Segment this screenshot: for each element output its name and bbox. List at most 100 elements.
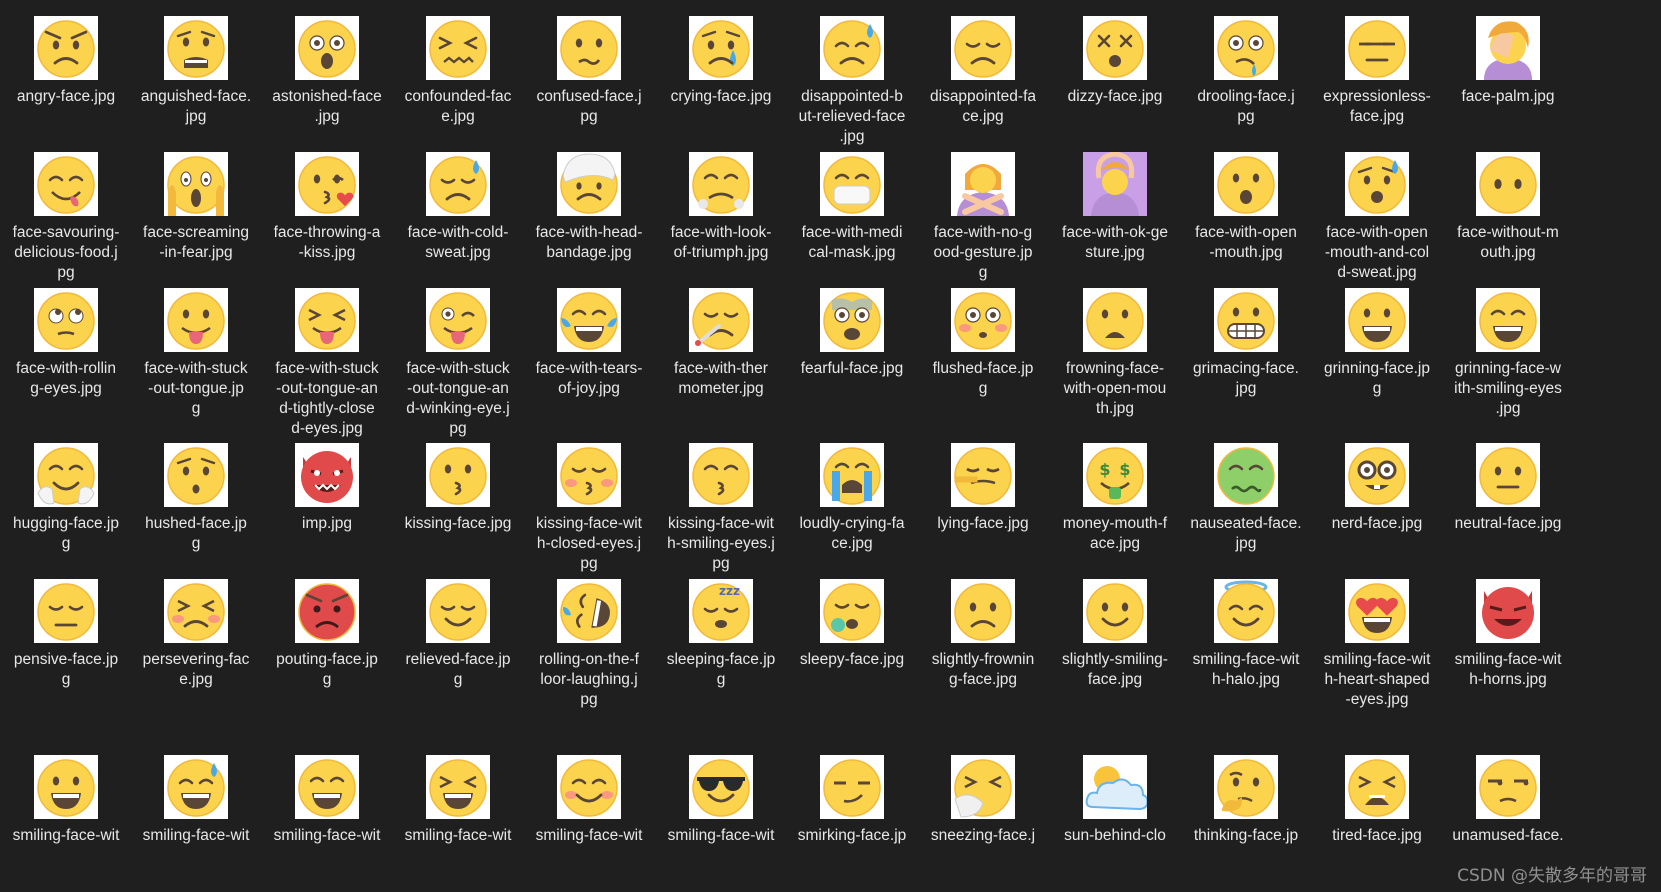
- file-item[interactable]: smiling-face-wit: [526, 755, 652, 846]
- file-item[interactable]: neutral-face.jpg: [1445, 443, 1571, 534]
- file-item[interactable]: face-with-no-g ood-gesture.jp g: [920, 152, 1046, 283]
- medical-mask-icon: [820, 152, 884, 216]
- expressionless-icon: [1345, 16, 1409, 80]
- file-item[interactable]: slightly-frownin g-face.jpg: [920, 579, 1046, 690]
- head-bandage-icon: [557, 152, 621, 216]
- file-item[interactable]: face-with-stuck -out-tongue-an d-tightly…: [264, 288, 390, 439]
- file-item[interactable]: disappointed-b ut-relieved-face .jpg: [789, 16, 915, 147]
- file-item[interactable]: thinking-face.jp: [1183, 755, 1309, 846]
- file-item[interactable]: face-with-ok-ge sture.jpg: [1052, 152, 1178, 263]
- file-item[interactable]: kissing-face-wit h-closed-eyes.j pg: [526, 443, 652, 574]
- tongue-wink-icon: [426, 288, 490, 352]
- file-name: kissing-face.jpg: [404, 515, 512, 532]
- file-item[interactable]: slightly-smiling- face.jpg: [1052, 579, 1178, 690]
- file-item[interactable]: expressionless- face.jpg: [1314, 16, 1440, 127]
- file-item[interactable]: face-with-open -mouth-and-col d-sweat.jp…: [1314, 152, 1440, 283]
- file-item[interactable]: face-with-look- of-triumph.jpg: [658, 152, 784, 263]
- file-item[interactable]: astonished-face .jpg: [264, 16, 390, 127]
- file-item[interactable]: dizzy-face.jpg: [1052, 16, 1178, 107]
- file-item[interactable]: anguished-face. jpg: [133, 16, 259, 127]
- file-item[interactable]: sneezing-face.j: [920, 755, 1046, 846]
- file-item[interactable]: face-with-medi cal-mask.jpg: [789, 152, 915, 263]
- triumph-icon: [689, 152, 753, 216]
- file-item[interactable]: imp.jpg: [264, 443, 390, 534]
- file-item[interactable]: lying-face.jpg: [920, 443, 1046, 534]
- file-grid: angry-face.jpg anguished-face. jpg astonis…: [0, 0, 1661, 892]
- file-item[interactable]: grinning-face-w ith-smiling-eyes .jpg: [1445, 288, 1571, 419]
- file-item[interactable]: hushed-face.jp g: [133, 443, 259, 554]
- cold-sweat-icon: [426, 152, 490, 216]
- svg-text:zzz: zzz: [719, 584, 740, 598]
- file-item[interactable]: smiling-face-wit h-halo.jpg: [1183, 579, 1309, 690]
- file-item[interactable]: sun-behind-clo: [1052, 755, 1178, 846]
- smiling-cold-sweat-icon: [164, 755, 228, 819]
- file-item[interactable]: fearful-face.jpg: [789, 288, 915, 379]
- file-item[interactable]: zzz sleeping-face.jp g: [658, 579, 784, 690]
- fearful-icon: [820, 288, 884, 352]
- file-name: money-mouth-f ace.jpg: [1062, 515, 1168, 552]
- file-item[interactable]: grimacing-face. jpg: [1183, 288, 1309, 399]
- file-item[interactable]: face-palm.jpg: [1445, 16, 1571, 107]
- file-item[interactable]: crying-face.jpg: [658, 16, 784, 107]
- file-item[interactable]: unamused-face.: [1445, 755, 1571, 846]
- ok-gesture-icon: [1083, 152, 1147, 216]
- throwing-kiss-icon: [295, 152, 359, 216]
- file-item[interactable]: face-without-m outh.jpg: [1445, 152, 1571, 263]
- file-name: face-with-tears- of-joy.jpg: [535, 360, 643, 397]
- sleepy-icon: [820, 579, 884, 643]
- svg-text:$: $: [1119, 460, 1130, 479]
- anguished-icon: [164, 16, 228, 80]
- file-item[interactable]: persevering-fac e.jpg: [133, 579, 259, 690]
- file-item[interactable]: kissing-face-wit h-smiling-eyes.j pg: [658, 443, 784, 574]
- file-item[interactable]: face-with-head- bandage.jpg: [526, 152, 652, 263]
- file-item[interactable]: disappointed-fa ce.jpg: [920, 16, 1046, 127]
- file-name: face-with-open -mouth-and-col d-sweat.jp…: [1324, 224, 1430, 281]
- file-item[interactable]: smiling-face-wit: [264, 755, 390, 846]
- file-item[interactable]: nauseated-face. jpg: [1183, 443, 1309, 554]
- disappointed-relieved-icon: [820, 16, 884, 80]
- file-item[interactable]: face-with-ther mometer.jpg: [658, 288, 784, 399]
- file-item[interactable]: tired-face.jpg: [1314, 755, 1440, 846]
- file-item[interactable]: grinning-face.jp g: [1314, 288, 1440, 399]
- file-item[interactable]: face-throwing-a -kiss.jpg: [264, 152, 390, 263]
- file-item[interactable]: angry-face.jpg: [3, 16, 129, 107]
- file-item[interactable]: face-with-cold- sweat.jpg: [395, 152, 521, 263]
- file-name: smiling-face-wit: [12, 827, 120, 844]
- file-item[interactable]: face-with-rollin g-eyes.jpg: [3, 288, 129, 399]
- file-item[interactable]: pensive-face.jp g: [3, 579, 129, 690]
- file-name: smiling-face-wit: [142, 827, 250, 844]
- file-item[interactable]: smiling-face-wit: [133, 755, 259, 846]
- file-item[interactable]: face-screaming -in-fear.jpg: [133, 152, 259, 263]
- file-item[interactable]: $ $ money-mouth-f ace.jpg: [1052, 443, 1178, 554]
- file-item[interactable]: hugging-face.jp g: [3, 443, 129, 554]
- file-item[interactable]: face-with-stuck -out-tongue-an d-winking…: [395, 288, 521, 439]
- file-item[interactable]: face-with-tears- of-joy.jpg: [526, 288, 652, 399]
- file-name: face-with-rollin g-eyes.jpg: [16, 360, 116, 397]
- file-item[interactable]: smiling-face-wit: [395, 755, 521, 846]
- file-item[interactable]: drooling-face.j pg: [1183, 16, 1309, 127]
- laughing-icon: [426, 755, 490, 819]
- astonished-icon: [295, 16, 359, 80]
- file-item[interactable]: face-with-stuck -out-tongue.jp g: [133, 288, 259, 419]
- file-item[interactable]: confounded-fac e.jpg: [395, 16, 521, 127]
- file-item[interactable]: frowning-face- with-open-mou th.jpg: [1052, 288, 1178, 419]
- file-item[interactable]: pouting-face.jp g: [264, 579, 390, 690]
- file-item[interactable]: relieved-face.jp g: [395, 579, 521, 690]
- file-item[interactable]: rolling-on-the-f loor-laughing.j pg: [526, 579, 652, 710]
- file-item[interactable]: smiling-face-wit: [3, 755, 129, 846]
- file-name: face-with-open -mouth.jpg: [1195, 224, 1297, 261]
- file-item[interactable]: smirking-face.jp: [789, 755, 915, 846]
- dizzy-icon: [1083, 16, 1147, 80]
- file-item[interactable]: smiling-face-wit h-heart-shaped -eyes.jp…: [1314, 579, 1440, 710]
- file-item[interactable]: loudly-crying-fa ce.jpg: [789, 443, 915, 554]
- file-item[interactable]: flushed-face.jp g: [920, 288, 1046, 399]
- file-item[interactable]: smiling-face-wit: [658, 755, 784, 846]
- file-item[interactable]: kissing-face.jpg: [395, 443, 521, 534]
- file-item[interactable]: sleepy-face.jpg: [789, 579, 915, 670]
- file-item[interactable]: confused-face.j pg: [526, 16, 652, 127]
- file-name: face-with-ther mometer.jpg: [674, 360, 768, 397]
- file-item[interactable]: face-savouring- delicious-food.j pg: [3, 152, 129, 283]
- file-item[interactable]: face-with-open -mouth.jpg: [1183, 152, 1309, 263]
- file-item[interactable]: smiling-face-wit h-horns.jpg: [1445, 579, 1571, 690]
- file-item[interactable]: nerd-face.jpg: [1314, 443, 1440, 534]
